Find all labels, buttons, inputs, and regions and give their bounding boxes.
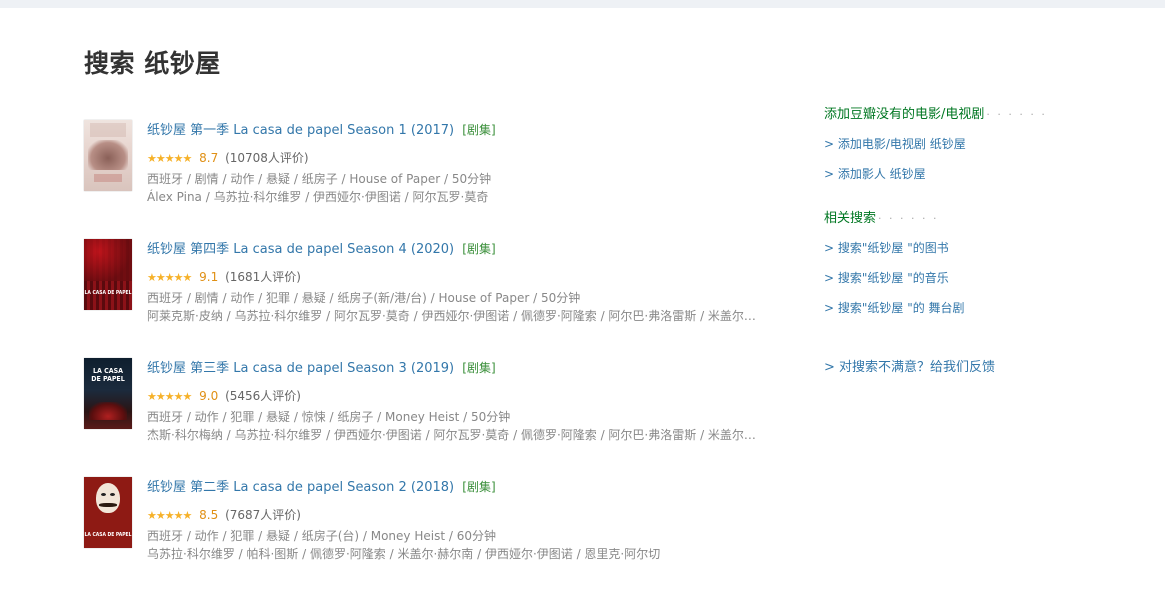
- rating-score: 9.1: [199, 270, 219, 284]
- related-books-item: > 搜索"纸钞屋 "的图书: [824, 233, 1124, 263]
- result-cast: 阿莱克斯·皮纳 / 乌苏拉·科尔维罗 / 阿尔瓦罗·莫奇 / 伊西娅尔·伊图诺 …: [147, 309, 757, 323]
- category-tag: [剧集]: [462, 480, 496, 494]
- result-item: LA CASA DE PAPEL 纸钞屋 第二季 La casa de pape…: [84, 477, 784, 596]
- rating-score: 9.0: [199, 389, 219, 403]
- search-books-link[interactable]: > 搜索"纸钞屋 "的图书: [824, 241, 949, 255]
- heading-dots: · · · · · ·: [986, 108, 1047, 121]
- rating-stars-icon: ★★★★★: [147, 152, 192, 165]
- rating-score: 8.7: [199, 151, 219, 165]
- add-links: > 添加电影/电视剧 纸钞屋 > 添加影人 纸钞屋: [824, 129, 1124, 189]
- result-meta: 西班牙 / 动作 / 犯罪 / 悬疑 / 纸房子(台) / Money Heis…: [147, 529, 496, 543]
- poster-image[interactable]: LA CASA DE PAPEL: [84, 358, 132, 429]
- related-links: > 搜索"纸钞屋 "的图书 > 搜索"纸钞屋 "的音乐 > 搜索"纸钞屋 "的 …: [824, 233, 1124, 323]
- add-person-link[interactable]: > 添加影人 纸钞屋: [824, 167, 926, 181]
- category-tag: [剧集]: [462, 242, 496, 256]
- rating-score: 8.5: [199, 508, 219, 522]
- rating-stars-icon: ★★★★★: [147, 509, 192, 522]
- related-drama-item: > 搜索"纸钞屋 "的 舞台剧: [824, 293, 1124, 323]
- result-item: 纸钞屋 第一季 La casa de papel Season 1 (2017)…: [84, 120, 784, 239]
- feedback: > 对搜索不满意？给我们反馈: [824, 356, 995, 375]
- rating-count: (10708人评价): [225, 151, 309, 165]
- search-drama-link[interactable]: > 搜索"纸钞屋 "的 舞台剧: [824, 301, 965, 315]
- result-item: LA CASA DE PAPEL 纸钞屋 第三季 La casa de pape…: [84, 358, 784, 477]
- rating-count: (1681人评价): [225, 270, 301, 284]
- result-meta: 西班牙 / 动作 / 犯罪 / 悬疑 / 惊悚 / 纸房子 / Money He…: [147, 410, 511, 424]
- result-meta: 西班牙 / 剧情 / 动作 / 悬疑 / 纸房子 / House of Pape…: [147, 172, 492, 186]
- poster-image[interactable]: LA CASA DE PAPEL: [84, 239, 132, 310]
- results-list: 纸钞屋 第一季 La casa de papel Season 1 (2017)…: [84, 120, 784, 596]
- sidebar: 添加豆瓣没有的电影/电视剧 · · · · · · > 添加电影/电视剧 纸钞屋 …: [824, 105, 1124, 323]
- result-item: LA CASA DE PAPEL 纸钞屋 第四季 La casa de pape…: [84, 239, 784, 358]
- add-section-heading: 添加豆瓣没有的电影/电视剧 · · · · · ·: [824, 107, 1047, 122]
- result-meta: 西班牙 / 剧情 / 动作 / 犯罪 / 悬疑 / 纸房子(新/港/台) / H…: [147, 291, 581, 305]
- result-title-link[interactable]: 纸钞屋 第四季 La casa de papel Season 4 (2020): [147, 242, 454, 257]
- result-title-link[interactable]: 纸钞屋 第二季 La casa de papel Season 2 (2018): [147, 480, 454, 495]
- rating-count: (7687人评价): [225, 508, 301, 522]
- feedback-link[interactable]: > 对搜索不满意？给我们反馈: [824, 360, 995, 375]
- result-cast: Álex Pina / 乌苏拉·科尔维罗 / 伊西娅尔·伊图诺 / 阿尔瓦罗·莫…: [147, 190, 489, 204]
- rating-stars-icon: ★★★★★: [147, 390, 192, 403]
- result-title-link[interactable]: 纸钞屋 第三季 La casa de papel Season 3 (2019): [147, 361, 454, 376]
- add-movie-link[interactable]: > 添加电影/电视剧 纸钞屋: [824, 137, 966, 151]
- result-title-link[interactable]: 纸钞屋 第一季 La casa de papel Season 1 (2017): [147, 123, 454, 138]
- add-movie-item: > 添加电影/电视剧 纸钞屋: [824, 129, 1124, 159]
- related-section-heading: 相关搜索 · · · · · ·: [824, 211, 939, 226]
- page-title: 搜索 纸钞屋: [84, 49, 221, 78]
- heading-dots: · · · · · ·: [878, 212, 939, 225]
- poster-image[interactable]: [84, 120, 132, 191]
- poster-title: LA CASA DE PAPEL: [84, 290, 132, 296]
- related-music-item: > 搜索"纸钞屋 "的音乐: [824, 263, 1124, 293]
- search-music-link[interactable]: > 搜索"纸钞屋 "的音乐: [824, 271, 949, 285]
- rating-stars-icon: ★★★★★: [147, 271, 192, 284]
- result-cast: 乌苏拉·科尔维罗 / 帕科·图斯 / 佩德罗·阿隆索 / 米盖尔·赫尔南 / 伊…: [147, 547, 661, 561]
- top-bar: [0, 0, 1165, 8]
- poster-title: LA CASA DE PAPEL: [84, 532, 132, 538]
- result-cast: 杰斯·科尔梅纳 / 乌苏拉·科尔维罗 / 伊西娅尔·伊图诺 / 阿尔瓦罗·莫奇 …: [147, 428, 757, 442]
- add-person-item: > 添加影人 纸钞屋: [824, 159, 1124, 189]
- poster-title: LA CASA DE PAPEL: [91, 367, 125, 383]
- rating-count: (5456人评价): [225, 389, 301, 403]
- category-tag: [剧集]: [462, 123, 496, 137]
- poster-image[interactable]: LA CASA DE PAPEL: [84, 477, 132, 548]
- category-tag: [剧集]: [462, 361, 496, 375]
